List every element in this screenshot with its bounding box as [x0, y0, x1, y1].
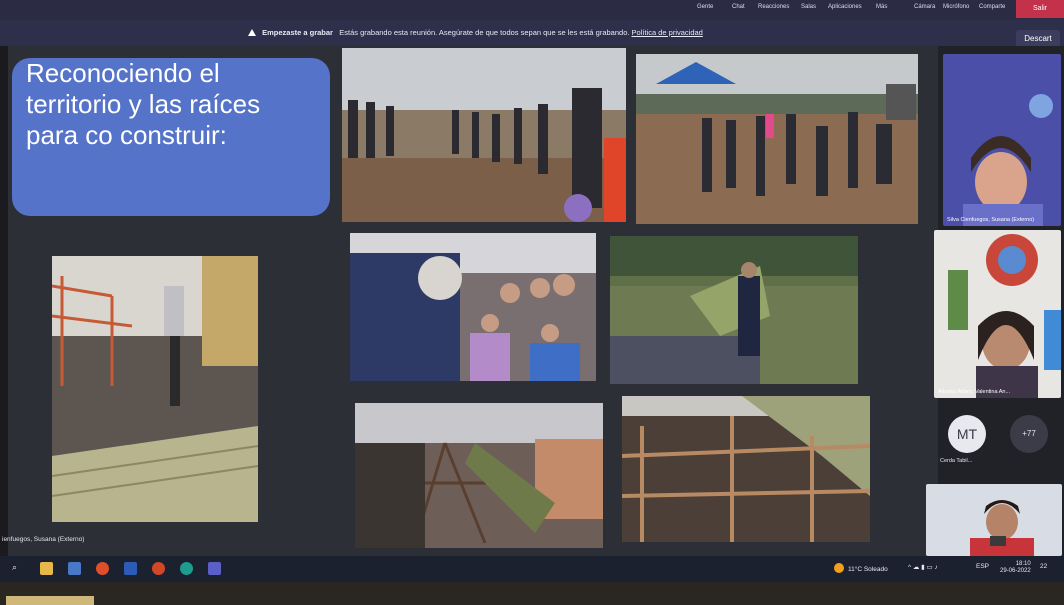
photo-group-field: [636, 54, 918, 224]
photo-children-group: [350, 233, 596, 381]
weather-widget[interactable]: 11°C Soleado: [834, 563, 888, 573]
teams-chat-icon[interactable]: [68, 562, 81, 575]
participant-tile[interactable]: Silva Cienfuegos, Susana (Externo): [943, 54, 1061, 226]
participant-name: Silva Cienfuegos, Susana (Externo): [947, 217, 1035, 223]
word-icon[interactable]: [124, 562, 137, 575]
warning-icon: [248, 29, 256, 36]
photo-reed-hut: [622, 396, 870, 542]
photo-reeds-rooftop: [52, 256, 258, 522]
slide-title-card: Reconociendo el territorio y las raíces …: [12, 58, 330, 216]
monitor-bezel: [0, 582, 1064, 605]
chat-button[interactable]: Chat: [732, 4, 745, 10]
search-icon[interactable]: ⌕: [12, 562, 17, 573]
taskbar: ⌕ 11°C Soleado ^ ☁ ▮ ▭ ♪ ESP 18:10 29-06-…: [0, 556, 1064, 582]
participant-avatar-name: Cerda Tabil...: [940, 458, 973, 464]
photo-reed-harvest: [610, 236, 858, 384]
participant-avatar[interactable]: MT: [948, 415, 986, 453]
meeting-toolbar: Gente Chat Reacciones Salas Aplicaciones…: [0, 0, 1064, 20]
teams-icon[interactable]: [208, 562, 221, 575]
participant-name: Alvarez Alfaro, Valentina An...: [938, 389, 1011, 395]
more-participants-button[interactable]: +77: [1010, 415, 1048, 453]
chrome-icon[interactable]: [96, 562, 109, 575]
tray-icons[interactable]: ^ ☁ ▮ ▭ ♪: [908, 563, 938, 571]
slide-title: Reconociendo el territorio y las raíces …: [26, 58, 261, 150]
sun-icon: [834, 563, 844, 573]
banner-title: Empezaste a grabar: [262, 28, 333, 37]
share-button[interactable]: Comparte: [979, 4, 1005, 10]
language-indicator[interactable]: ESP: [976, 563, 989, 570]
photo-group-walk: [342, 48, 626, 222]
photo-frame-building: [355, 403, 603, 548]
privacy-policy-link[interactable]: Política de privacidad: [632, 28, 703, 37]
more-button[interactable]: Más: [876, 4, 887, 10]
reactions-button[interactable]: Reacciones: [758, 4, 789, 10]
clock[interactable]: 18:10 29-06-2022: [1000, 561, 1031, 575]
apps-button[interactable]: Aplicaciones: [828, 4, 862, 10]
participant-tile[interactable]: Alvarez Alfaro, Valentina An...: [934, 230, 1061, 398]
recording-banner: Empezaste a grabar Estás grabando esta r…: [0, 20, 1064, 46]
self-video-tile[interactable]: [926, 484, 1062, 556]
camera-button[interactable]: Cámara: [914, 4, 935, 10]
mic-button[interactable]: Micrófono: [943, 4, 969, 10]
powerpoint-icon[interactable]: [152, 562, 165, 575]
presenter-name-label: ienfuegos, Susana (Externo): [2, 536, 85, 543]
banner-message: Estás grabando esta reunión. Asegúrate d…: [339, 28, 630, 37]
edge-icon[interactable]: [180, 562, 193, 575]
rooms-button[interactable]: Salas: [801, 4, 816, 10]
notifications-badge[interactable]: 22: [1040, 563, 1047, 570]
people-button[interactable]: Gente: [697, 4, 713, 10]
file-explorer-icon[interactable]: [40, 562, 53, 575]
leave-button[interactable]: Salir: [1016, 0, 1064, 18]
